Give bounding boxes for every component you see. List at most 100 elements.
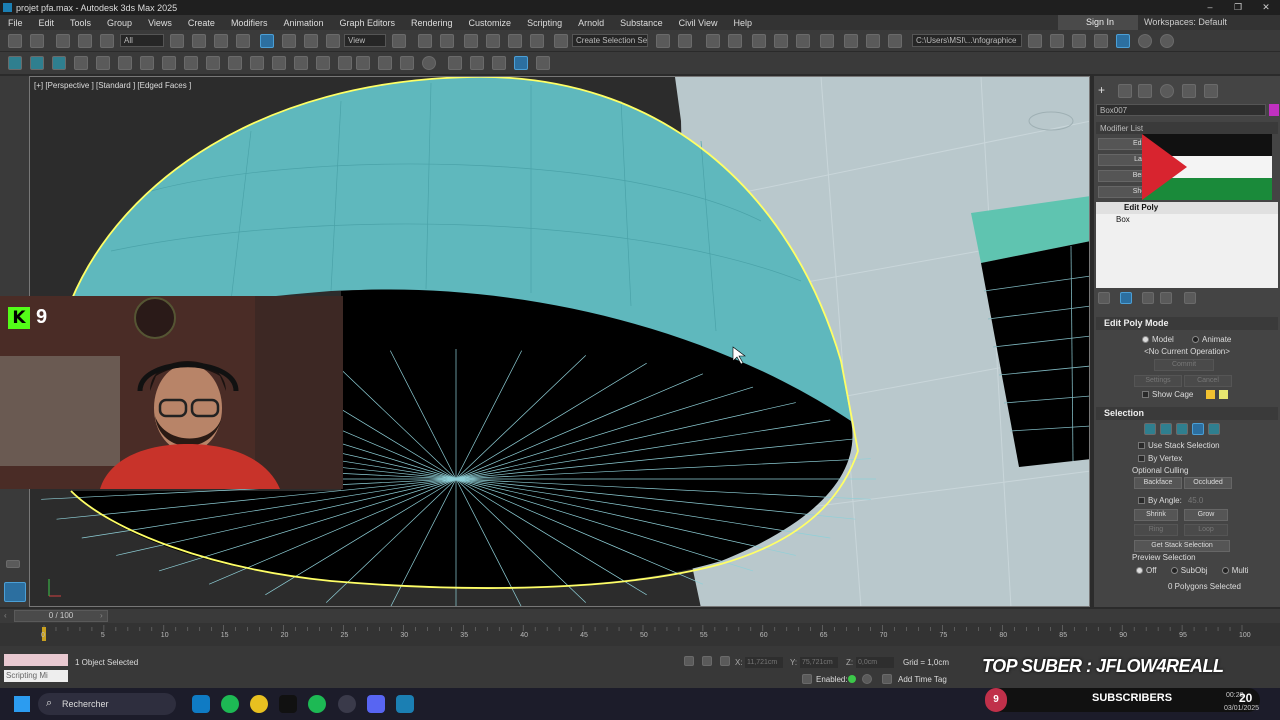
material-editor-icon[interactable]: [820, 34, 834, 48]
edit-named-selection-icon[interactable]: [554, 34, 568, 48]
z-coordinate-field[interactable]: 0,0cm: [856, 657, 894, 668]
menu-views[interactable]: Views: [140, 18, 180, 28]
display-tab-icon[interactable]: [1182, 84, 1196, 98]
make-unique-icon[interactable]: [1142, 292, 1154, 304]
select-manipulate-icon[interactable]: [418, 34, 432, 48]
motion-tab-icon[interactable]: [1160, 84, 1174, 98]
arnold-sky-icon[interactable]: [228, 56, 242, 70]
snap-edge-icon[interactable]: [30, 56, 44, 70]
snap-pivot-icon[interactable]: [470, 56, 484, 70]
spotify-icon[interactable]: [221, 695, 239, 713]
rect-selection-icon[interactable]: [214, 34, 228, 48]
snap-face-icon[interactable]: [514, 56, 528, 70]
utilities-tab-icon[interactable]: [1204, 84, 1218, 98]
menu-civil-view[interactable]: Civil View: [671, 18, 726, 28]
viewport-label[interactable]: [+] [Perspective ] [Standard ] [Edged Fa…: [34, 81, 191, 90]
time-tag-icon[interactable]: [802, 674, 812, 684]
minimize-button[interactable]: –: [1196, 0, 1224, 15]
snap-vertex-icon[interactable]: [8, 56, 22, 70]
menu-customize[interactable]: Customize: [461, 18, 520, 28]
by-vertex-checkbox[interactable]: [1138, 455, 1145, 462]
pivot-center-icon[interactable]: [392, 34, 406, 48]
grow-button[interactable]: Grow: [1184, 509, 1228, 521]
align-icon[interactable]: [678, 34, 692, 48]
scale-icon[interactable]: [304, 34, 318, 48]
use-stack-checkbox[interactable]: [1138, 442, 1145, 449]
arnold-proxy-icon[interactable]: [316, 56, 330, 70]
transform-mode-icon[interactable]: [720, 656, 730, 666]
placement-icon[interactable]: [326, 34, 340, 48]
vertex-mode-icon[interactable]: [1144, 423, 1156, 435]
selection-filter-dropdown[interactable]: All: [120, 34, 164, 47]
modifier-list-dropdown[interactable]: Modifier List: [1096, 122, 1278, 134]
y-coordinate-field[interactable]: 75,721cm: [800, 657, 838, 668]
layer-explorer-icon[interactable]: [728, 34, 742, 48]
configure-sets-icon[interactable]: [1184, 292, 1196, 304]
menu-file[interactable]: File: [0, 18, 31, 28]
help-icon[interactable]: [1138, 34, 1152, 48]
layout-icon[interactable]: [1094, 34, 1108, 48]
spinner-snap-icon[interactable]: [530, 34, 544, 48]
ring-button[interactable]: Ring: [1134, 524, 1178, 536]
element-mode-icon[interactable]: [1208, 423, 1220, 435]
arnold-help-icon[interactable]: [422, 56, 436, 70]
modify-tab-icon[interactable]: [1118, 84, 1132, 98]
loop-button[interactable]: Loop: [1184, 524, 1228, 536]
link-icon[interactable]: [56, 34, 70, 48]
menu-edit[interactable]: Edit: [31, 18, 63, 28]
cage-color-swatch[interactable]: [1206, 390, 1215, 399]
camera-icon[interactable]: [118, 56, 132, 70]
settings-button[interactable]: Settings: [1134, 375, 1182, 387]
preview-subobj-radio[interactable]: [1170, 567, 1178, 574]
shrink-button[interactable]: Shrink: [1134, 509, 1178, 521]
snap-midpoint-icon[interactable]: [492, 56, 506, 70]
prev-frame-icon[interactable]: ‹: [4, 612, 12, 620]
edge-icon[interactable]: [192, 695, 210, 713]
mirror-icon[interactable]: [656, 34, 670, 48]
menu-tools[interactable]: Tools: [62, 18, 99, 28]
border-mode-icon[interactable]: [1176, 423, 1188, 435]
snaps-toggle-icon[interactable]: [464, 34, 478, 48]
workspaces-dropdown[interactable]: Workspaces: Default: [1144, 15, 1227, 30]
close-button[interactable]: ✕: [1252, 0, 1280, 15]
remove-modifier-icon[interactable]: [1160, 292, 1172, 304]
toggle-panel-icon[interactable]: [1072, 34, 1086, 48]
arnold-material-icon[interactable]: [272, 56, 286, 70]
menu-substance[interactable]: Substance: [612, 18, 671, 28]
edge-mode-icon[interactable]: [1160, 423, 1172, 435]
bind-spacewarp-icon[interactable]: [100, 34, 114, 48]
light-icon[interactable]: [74, 56, 88, 70]
3dsmax-taskbar-icon[interactable]: [396, 695, 414, 713]
menu-modifiers[interactable]: Modifiers: [223, 18, 276, 28]
menu-animation[interactable]: Animation: [275, 18, 331, 28]
arnold-shader-icon[interactable]: [250, 56, 264, 70]
discord-icon[interactable]: [367, 695, 385, 713]
scripting-mini-listener[interactable]: Scripting Mi: [4, 670, 68, 682]
menu-help[interactable]: Help: [725, 18, 760, 28]
show-cage-checkbox[interactable]: [1142, 391, 1149, 398]
tag-icon[interactable]: [882, 674, 892, 684]
occluded-button[interactable]: Occluded: [1184, 477, 1232, 489]
keyboard-shortcut-icon[interactable]: [440, 34, 454, 48]
render-setup-icon[interactable]: [844, 34, 858, 48]
backface-button[interactable]: Backface: [1134, 477, 1182, 489]
unlink-icon[interactable]: [78, 34, 92, 48]
active-panel-icon[interactable]: [1116, 34, 1130, 48]
arnold-log-icon[interactable]: [400, 56, 414, 70]
arnold-render-icon[interactable]: [184, 56, 198, 70]
commit-button[interactable]: Commit: [1154, 359, 1214, 371]
arnold-fog-icon[interactable]: [356, 56, 370, 70]
selection-rollout[interactable]: Selection: [1096, 407, 1278, 420]
pin-stack-icon[interactable]: [1098, 292, 1110, 304]
viewcube-toggle-icon[interactable]: [4, 582, 26, 602]
menu-scripting[interactable]: Scripting: [519, 18, 570, 28]
power-icon[interactable]: [1160, 34, 1174, 48]
windows-start-icon[interactable]: [14, 696, 30, 712]
menu-arnold[interactable]: Arnold: [570, 18, 612, 28]
manage-scene-icon[interactable]: [1050, 34, 1064, 48]
brush-icon[interactable]: [52, 56, 66, 70]
undo-icon[interactable]: [8, 34, 22, 48]
select-object-icon[interactable]: [170, 34, 184, 48]
reference-coord-dropdown[interactable]: View: [344, 34, 386, 47]
arnold-light-icon[interactable]: [206, 56, 220, 70]
